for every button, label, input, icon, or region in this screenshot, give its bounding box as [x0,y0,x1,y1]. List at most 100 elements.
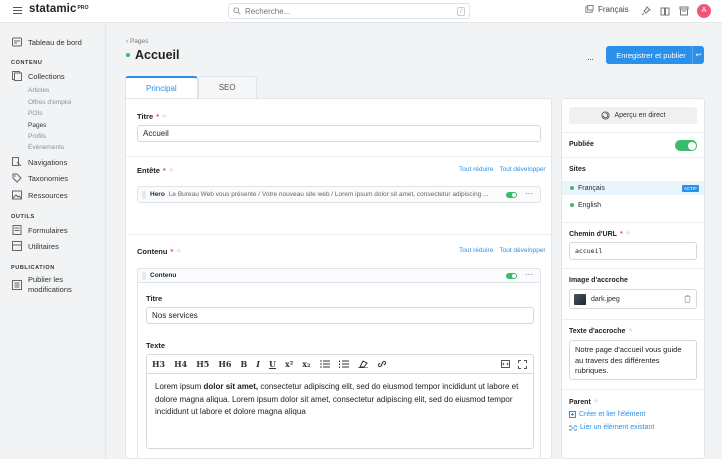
app-logo[interactable]: statamicPRO [29,3,89,15]
sidebar-subitem-profiles[interactable]: Profils [28,133,46,140]
drag-handle-icon[interactable] [142,271,146,280]
h4-button[interactable]: H4 [174,359,187,369]
live-preview-label: Aperçu en direct [614,112,666,119]
image-thumbnail [574,293,586,305]
clear-format-icon[interactable] [357,360,368,368]
content-more-icon[interactable]: ··· [525,270,533,279]
publish-line-2: modifications [28,284,72,294]
bold-button[interactable]: B [241,359,248,369]
content-enabled-toggle[interactable] [506,273,517,279]
expand-all-link[interactable]: Tout développer [499,166,545,173]
sidebar-panel: Aperçu en direct Publiée Sites Français … [561,98,705,459]
required-marker: * [156,112,160,121]
h3-button[interactable]: H3 [152,359,165,369]
create-icon [569,411,576,418]
sidebar-item-label: Taxonomies [28,173,69,183]
pin-icon[interactable] [641,6,651,16]
store-icon[interactable] [679,6,689,16]
sidebar-item-collections[interactable]: Collections [12,71,65,81]
hero-more-icon[interactable]: ··· [525,189,533,198]
superscript-button[interactable]: x² [285,359,293,369]
slug-input[interactable]: accueil [569,242,697,260]
subscript-button[interactable]: x₂ [302,359,310,369]
publish-line-1: Publier les [28,275,64,284]
site-selector-label: Français [598,5,629,14]
published-toggle[interactable] [675,140,697,151]
search-input[interactable] [245,6,445,16]
save-publish-button[interactable]: Enregistrer et publier ↩ [606,46,704,64]
sidebar-subitem-jobs[interactable]: Offres d'emploi [28,99,71,106]
user-avatar[interactable]: A [697,4,711,18]
site-selector[interactable]: Français [585,5,629,14]
translatable-icon: ⟡ [625,230,631,237]
menu-toggle-icon[interactable] [13,7,22,15]
source-code-icon[interactable] [501,360,510,368]
inner-title-input[interactable]: Nos services [146,307,534,324]
image-label: Image d'accroche [569,277,628,284]
link-existing-button[interactable]: Lier un élément existant [569,424,654,431]
site-row-french[interactable]: Français ACTIF [562,181,704,195]
assets-icon [12,190,22,200]
sidebar: Tableau de bord CONTENU Collections Arti… [0,23,106,459]
translatable-icon: ⟡ [168,166,174,174]
page-title: Accueil [126,48,179,62]
h5-button[interactable]: H5 [196,359,209,369]
content-set-header[interactable]: Contenu ··· [137,268,541,283]
hero-set-row[interactable]: Hero Le Bureau Web vous présente / Votre… [137,186,541,203]
tab-seo[interactable]: SEO [197,76,257,98]
search-icon [233,7,241,15]
underline-button[interactable]: U [269,359,276,369]
sidebar-item-utilities[interactable]: Utilitaires [12,241,59,251]
divider [562,222,704,223]
collapse-all-link[interactable]: Tout réduire [459,247,493,254]
unordered-list-icon[interactable] [319,360,330,368]
docs-icon[interactable] [660,6,670,16]
drag-handle-icon[interactable] [142,190,146,199]
search-shortcut: / [457,7,465,16]
sidebar-subitem-pois[interactable]: POIs [28,110,42,117]
sidebar-item-publish[interactable]: Publier les modifications [12,275,72,294]
divider [126,156,551,157]
sidebar-item-label: Tableau de bord [28,37,82,47]
expand-all-link[interactable]: Tout développer [499,247,545,254]
editor-toolbar: H3 H4 H5 H6 B I U x² x₂ [146,354,534,373]
create-link-button[interactable]: Créer et lier l'élément [569,411,645,418]
tab-principal[interactable]: Principal [125,76,198,98]
trash-icon[interactable] [684,295,691,303]
collapse-all-link[interactable]: Tout réduire [459,166,493,173]
sites-icon [585,5,594,13]
rich-text-editor[interactable]: Lorem ipsum dolor sit amet, consectetur … [146,373,534,449]
title-input[interactable]: Accueil [137,125,541,142]
sidebar-subitem-events[interactable]: Événements [28,144,64,151]
hero-enabled-toggle[interactable] [506,192,517,198]
required-marker: * [170,247,174,256]
image-asset[interactable]: dark.jpeg [569,289,697,309]
sidebar-item-taxonomies[interactable]: Taxonomies [12,173,68,183]
breadcrumb[interactable]: ‹ Pages [126,38,148,45]
h6-button[interactable]: H6 [218,359,231,369]
text-bold: dolor sit amet, [203,382,259,391]
live-preview-button[interactable]: Aperçu en direct [569,107,697,124]
sidebar-subitem-articles[interactable]: Articles [28,87,49,94]
save-options-icon[interactable]: ↩ [692,46,704,64]
sidebar-subitem-pages[interactable]: Pages [28,122,46,129]
global-search[interactable]: / [228,3,470,19]
required-marker: * [162,166,166,175]
hero-set-name: Hero [150,191,165,198]
published-label: Publiée [569,141,594,148]
toggle-knob [687,141,696,150]
more-actions-button[interactable]: ··· [587,54,594,64]
section-tools-heading: OUTILS [11,214,35,220]
fullscreen-icon[interactable] [518,360,527,369]
sidebar-item-navigations[interactable]: Navigations [12,157,67,167]
slug-label: Chemin d'URL * ⟡ [569,230,630,238]
italic-button[interactable]: I [256,359,260,369]
sidebar-item-dashboard[interactable]: Tableau de bord [12,37,82,47]
teaser-textarea[interactable]: Notre page d'accueil vous guide au trave… [569,340,697,380]
sidebar-item-resources[interactable]: Ressources [12,190,68,200]
link-icon[interactable] [377,360,387,368]
image-filename: dark.jpeg [591,295,620,303]
sidebar-item-forms[interactable]: Formulaires [12,225,68,235]
ordered-list-icon[interactable] [338,360,349,368]
site-row-english[interactable]: English [562,198,704,212]
